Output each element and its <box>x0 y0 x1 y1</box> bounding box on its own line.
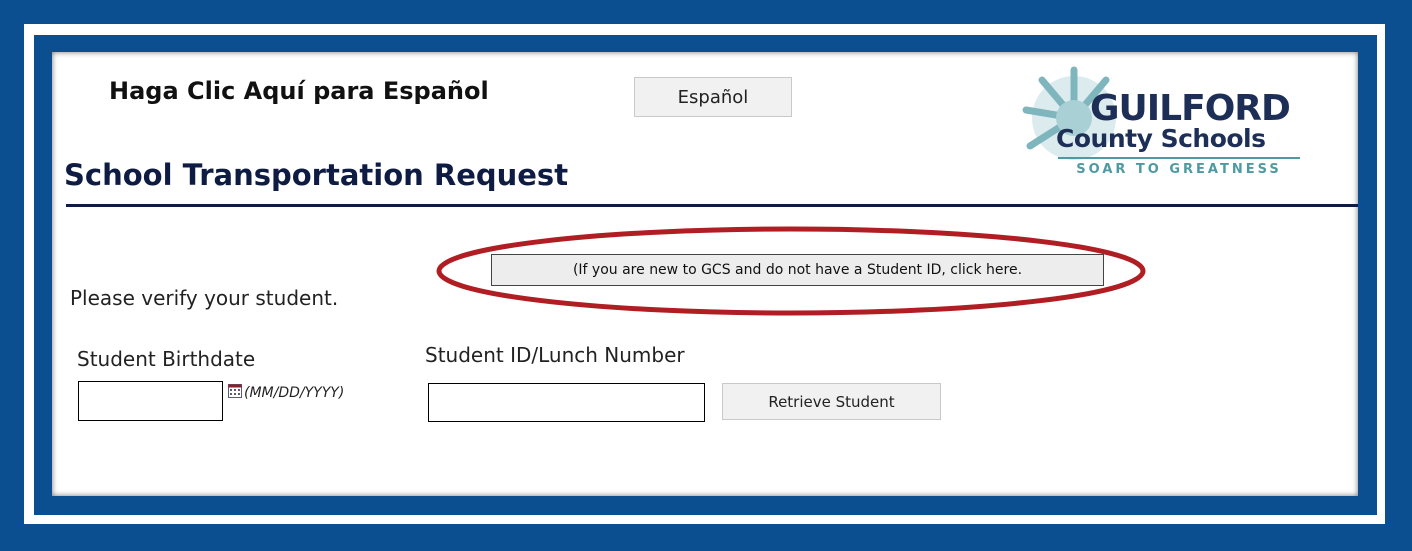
birthdate-label: Student Birthdate <box>77 347 256 371</box>
gcs-logo: GUILFORD County Schools SOAR TO GREATNES… <box>1012 60 1300 190</box>
date-format-hint: (MM/DD/YYYY) <box>244 385 345 401</box>
logo-subname: County Schools <box>1056 124 1266 153</box>
student-id-label: Student ID/Lunch Number <box>425 343 685 367</box>
birthdate-input[interactable] <box>78 381 223 421</box>
new-student-button[interactable]: (If you are new to GCS and do not have a… <box>491 254 1104 286</box>
logo-tagline: SOAR TO GREATNESS <box>1076 162 1282 177</box>
spanish-prompt: Haga Clic Aquí para Español <box>109 77 489 105</box>
retrieve-student-button[interactable]: Retrieve Student <box>722 383 941 420</box>
title-divider <box>66 204 1358 207</box>
logo-rule <box>1058 157 1300 159</box>
verify-instruction: Please verify your student. <box>70 286 339 310</box>
request-panel: Haga Clic Aquí para Español Español GUIL… <box>52 52 1358 496</box>
page-title: School Transportation Request <box>64 158 569 192</box>
logo-name: GUILFORD <box>1090 88 1291 129</box>
calendar-icon[interactable] <box>228 384 242 398</box>
student-id-input[interactable] <box>428 383 705 422</box>
spanish-button[interactable]: Español <box>634 77 792 117</box>
